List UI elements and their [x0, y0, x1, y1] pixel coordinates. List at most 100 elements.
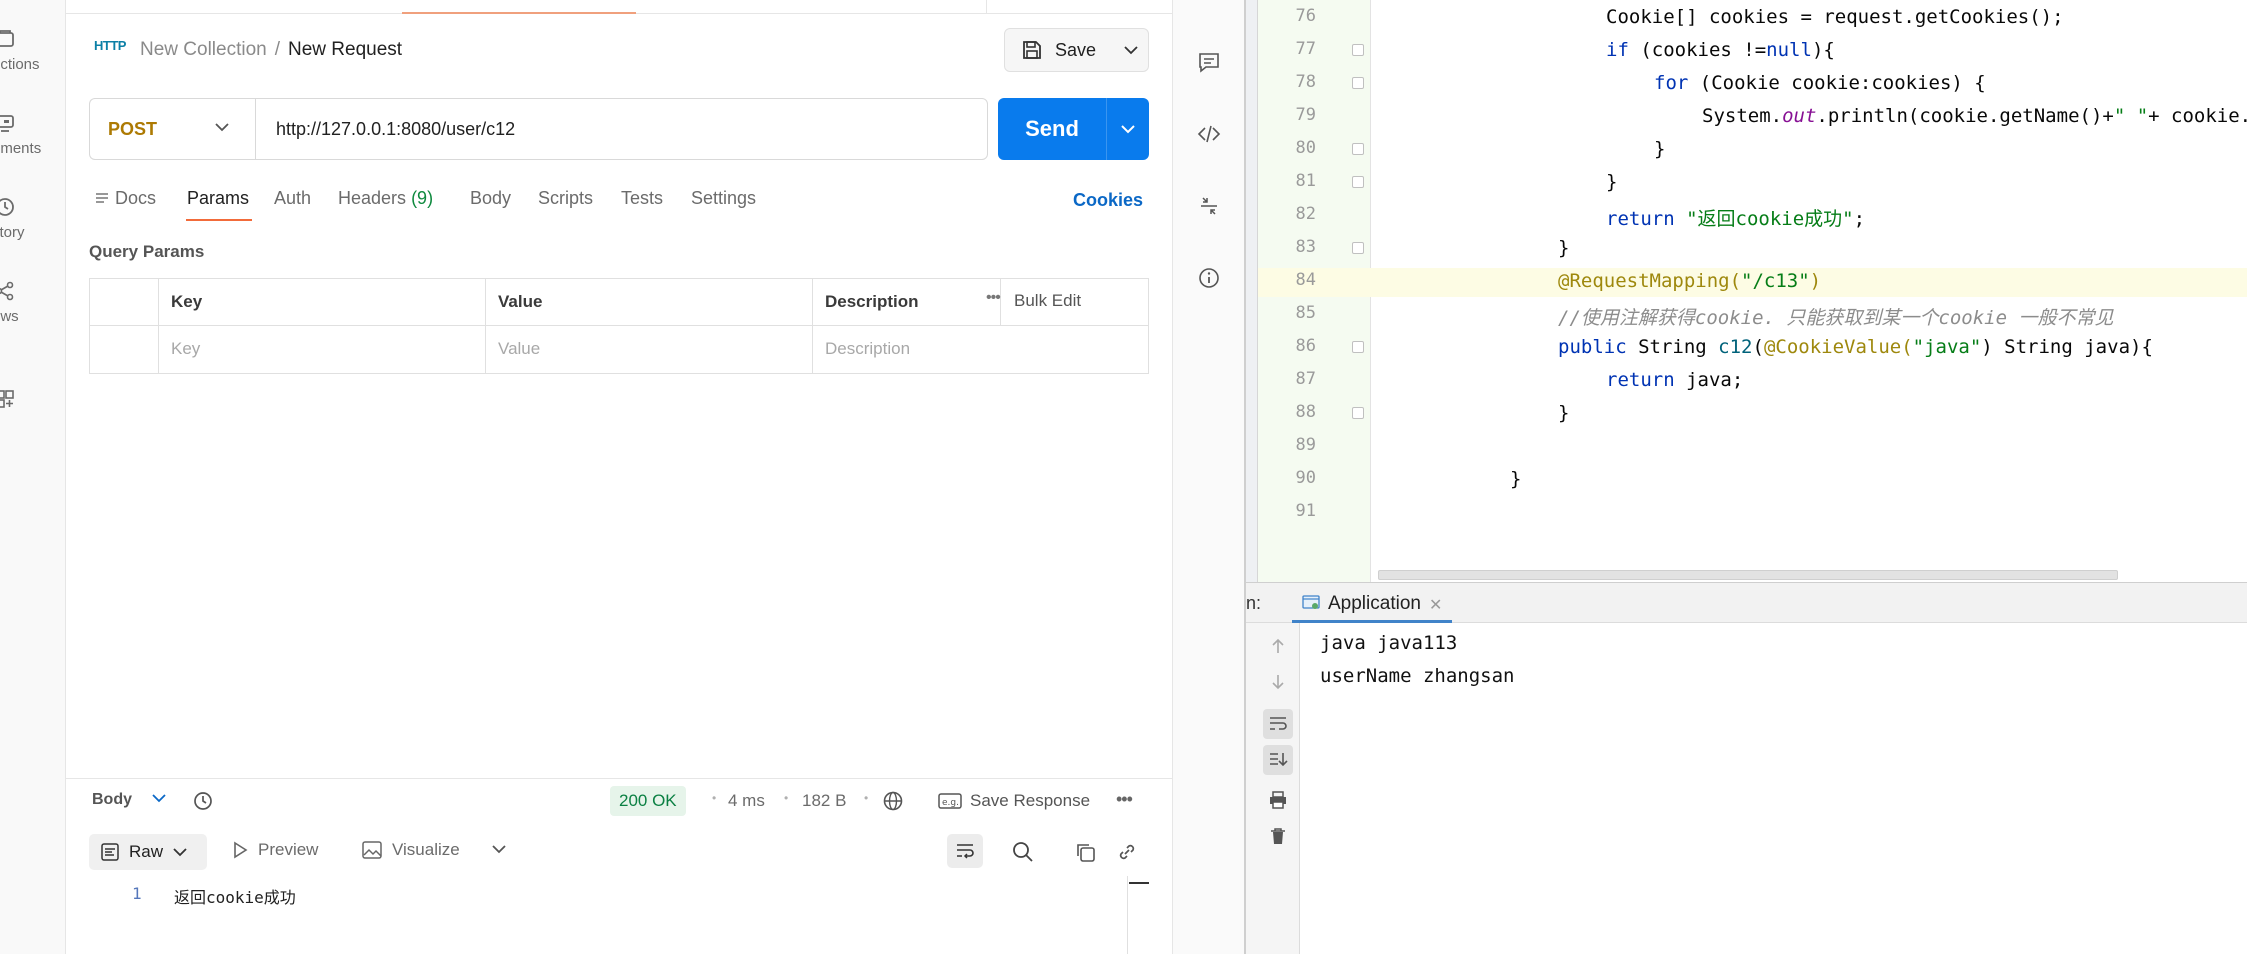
chevron-down-icon[interactable]: [492, 844, 506, 854]
sidebar-item-flows[interactable]: ows: [0, 280, 66, 325]
line-number: 77: [1295, 39, 1316, 59]
url-input[interactable]: [255, 98, 988, 160]
code-line-78[interactable]: for (Cookie cookie:cookies) {: [1654, 72, 1986, 94]
response-scroll-track[interactable]: [1127, 876, 1128, 954]
sidebar-item-collections[interactable]: ections: [0, 28, 66, 73]
code-line-77[interactable]: if (cookies !=null){: [1606, 39, 1835, 61]
clear-console-button[interactable]: [1263, 821, 1293, 851]
code-editor[interactable]: Cookie[] cookies = request.getCookies();…: [1378, 0, 2247, 560]
print-button[interactable]: [1263, 785, 1293, 815]
column-header-key: Key: [158, 279, 485, 326]
console-output[interactable]: java java113 userName zhangsan: [1320, 627, 1514, 693]
run-toolbar: [1246, 623, 1300, 954]
code-line-83[interactable]: }: [1558, 237, 1569, 259]
visualize-button[interactable]: Visualize: [362, 840, 460, 860]
description-input[interactable]: Description: [812, 326, 1148, 373]
globe-icon[interactable]: [882, 790, 904, 812]
string-literal: " ": [2113, 105, 2149, 127]
code-line-82[interactable]: return "返回cookie成功";: [1606, 204, 1865, 231]
fold-marker[interactable]: [1352, 44, 1364, 56]
more-options-icon[interactable]: •••: [986, 289, 1001, 307]
sidebar-item-history[interactable]: story: [0, 196, 66, 241]
console-line: java java113: [1320, 632, 1458, 654]
tab-headers[interactable]: Headers (9): [338, 188, 433, 209]
tab-auth[interactable]: Auth: [274, 188, 311, 209]
code-line-81[interactable]: }: [1606, 171, 1617, 193]
tab-docs[interactable]: Docs: [95, 188, 156, 209]
breadcrumb-request-name[interactable]: New Request: [288, 39, 402, 60]
code-line-76[interactable]: Cookie[] cookies = request.getCookies();: [1606, 6, 2064, 28]
row-checkbox-cell[interactable]: [90, 326, 158, 373]
fold-marker[interactable]: [1352, 407, 1364, 419]
code-line-85[interactable]: //使用注解获得cookie. 只能获取到某一个cookie 一般不常见: [1558, 303, 2113, 330]
search-icon[interactable]: [1011, 840, 1035, 864]
fold-marker[interactable]: [1352, 143, 1364, 155]
code-line-80[interactable]: }: [1654, 138, 1665, 160]
response-size[interactable]: 182 B: [802, 791, 846, 811]
annotation: @CookieValue(: [1763, 336, 1913, 358]
save-options-button[interactable]: [1113, 28, 1149, 72]
link-icon[interactable]: [1116, 841, 1138, 863]
more-options-icon[interactable]: •••: [1116, 789, 1133, 810]
fold-marker[interactable]: [1352, 341, 1364, 353]
code-line-87[interactable]: return java;: [1606, 369, 1743, 391]
code-line-79[interactable]: System.out.println(cookie.getName()+" "+…: [1702, 105, 2247, 127]
bulk-edit-button[interactable]: Bulk Edit: [1014, 291, 1081, 311]
response-body-dropdown[interactable]: Body: [92, 791, 132, 809]
raw-icon: [101, 843, 119, 861]
send-button[interactable]: Send: [998, 98, 1106, 160]
code-line-88[interactable]: }: [1558, 402, 1569, 424]
horizontal-scrollbar[interactable]: [1378, 570, 2118, 580]
scroll-down-button[interactable]: [1263, 667, 1293, 697]
save-button[interactable]: Save: [1004, 28, 1114, 72]
code-line-90[interactable]: }: [1510, 468, 1521, 490]
value-input[interactable]: Value: [485, 326, 812, 373]
send-options-button[interactable]: [1106, 98, 1149, 160]
breadcrumb-collection[interactable]: New Collection: [140, 39, 267, 60]
code-text: (Cookie cookie:cookies) {: [1688, 72, 1986, 94]
related-collections-icon[interactable]: [1197, 194, 1221, 218]
info-icon[interactable]: [1197, 266, 1221, 290]
soft-wrap-button[interactable]: [1263, 709, 1293, 739]
checkbox-column-header: [90, 279, 158, 326]
scroll-up-button[interactable]: [1263, 631, 1293, 661]
run-tab-application[interactable]: Application ✕: [1292, 587, 1453, 623]
arrow-up-icon: [1272, 638, 1284, 653]
fold-marker[interactable]: [1352, 242, 1364, 254]
keyword: null: [1766, 39, 1812, 61]
query-params-table: Key Value Description ••• Bulk Edit Key …: [89, 278, 1149, 374]
response-text[interactable]: 返回cookie成功: [174, 884, 296, 908]
save-button-label: Save: [1055, 39, 1097, 60]
save-response-button[interactable]: Save Response: [970, 791, 1090, 811]
fold-marker[interactable]: [1352, 77, 1364, 89]
method-select[interactable]: POST: [89, 98, 255, 160]
preview-button[interactable]: Preview: [232, 840, 318, 860]
code-icon[interactable]: [1197, 122, 1221, 146]
tab-body[interactable]: Body: [470, 188, 511, 209]
table-header-row: Key Value Description ••• Bulk Edit: [90, 279, 1148, 326]
status-badge[interactable]: 200 OK: [610, 786, 686, 816]
tab-settings[interactable]: Settings: [691, 188, 756, 209]
wrap-lines-button[interactable]: [947, 834, 983, 868]
left-sidebar: ections nments story ows: [0, 0, 66, 954]
sidebar-item-workbench[interactable]: [0, 388, 66, 410]
scroll-to-end-button[interactable]: [1263, 745, 1293, 775]
chevron-down-icon[interactable]: [152, 793, 166, 803]
tab-tests[interactable]: Tests: [621, 188, 663, 209]
sidebar-item-environments[interactable]: nments: [0, 112, 66, 157]
response-time[interactable]: 4 ms: [728, 791, 765, 811]
copy-icon[interactable]: [1074, 841, 1096, 863]
code-line-86[interactable]: public String c12(@CookieValue("java") S…: [1558, 336, 2153, 358]
code-line-84[interactable]: @RequestMapping("/c13"): [1558, 270, 1821, 292]
close-icon[interactable]: ✕: [1429, 595, 1442, 615]
response-scroll-thumb[interactable]: [1129, 882, 1149, 884]
history-icon[interactable]: [192, 790, 214, 812]
fold-marker[interactable]: [1352, 176, 1364, 188]
tab-params[interactable]: Params: [187, 188, 249, 209]
raw-view-button[interactable]: Raw: [89, 834, 207, 870]
static-field: out: [1782, 105, 1817, 127]
tab-scripts[interactable]: Scripts: [538, 188, 593, 209]
comments-icon[interactable]: [1197, 50, 1221, 74]
cookies-link[interactable]: Cookies: [1073, 190, 1143, 211]
key-input[interactable]: Key: [158, 326, 485, 373]
